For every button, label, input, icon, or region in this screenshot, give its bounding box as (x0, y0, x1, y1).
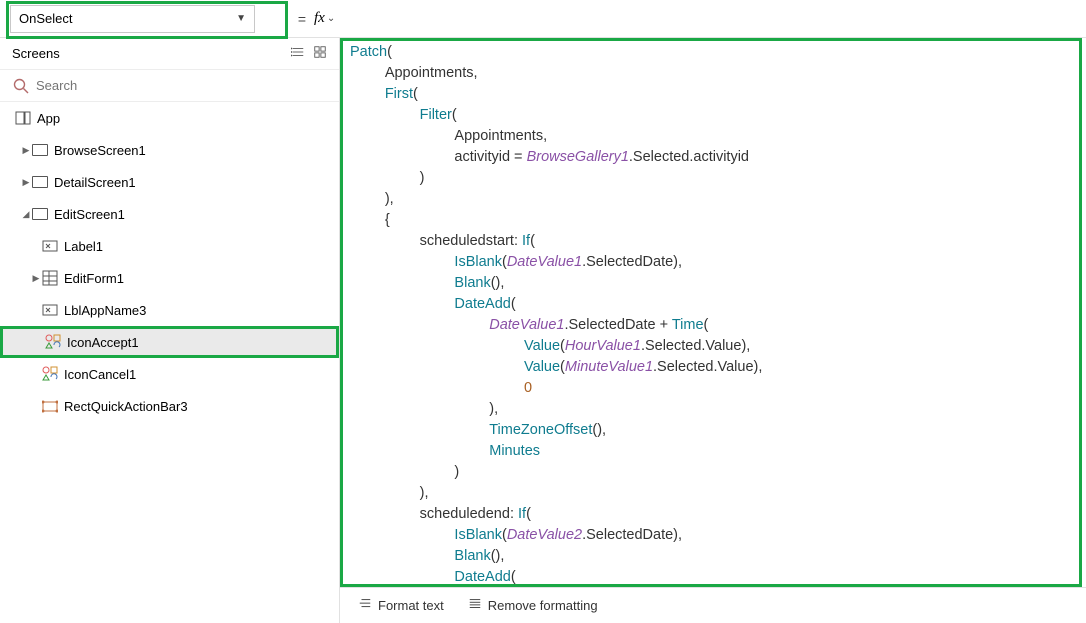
label-icon (42, 302, 58, 318)
expand-icon[interactable]: ▶ (20, 177, 32, 188)
format-text-button[interactable]: Format text (358, 597, 444, 614)
main-area: Screens App (0, 38, 1086, 623)
screens-header-tools (291, 45, 327, 62)
tree-item-iconcancel1[interactable]: IconCancel1 (0, 358, 339, 390)
tree-item-iconaccept1[interactable]: IconAccept1 (0, 326, 339, 358)
property-dropdown[interactable]: OnSelect ▼ (10, 5, 255, 33)
tree-view-panel: Screens App (0, 38, 340, 623)
chevron-down-icon: ▼ (236, 13, 246, 24)
remove-formatting-icon (468, 597, 482, 614)
screen-icon (32, 174, 48, 190)
tree-label: LblAppName3 (64, 303, 146, 318)
tree-item-editform1[interactable]: ▶ EditForm1 (0, 262, 339, 294)
format-text-label: Format text (378, 598, 444, 613)
fx-label: fx (314, 10, 325, 27)
chevron-down-icon: ⌄ (327, 13, 335, 24)
expand-icon[interactable]: ▶ (30, 273, 42, 284)
expand-icon[interactable]: ▶ (20, 145, 32, 156)
grid-view-icon[interactable] (313, 45, 327, 62)
top-row: OnSelect ▼ = fx ⌄ (0, 0, 1086, 38)
tree-item-editscreen1[interactable]: ◢ EditScreen1 (0, 198, 339, 230)
formula-panel: Patch( Appointments, First( Filter( Appo… (340, 38, 1086, 623)
tree-item-lblappname3[interactable]: LblAppName3 (0, 294, 339, 326)
tree-view: App ▶ BrowseScreen1 ▶ DetailScreen1 ◢ Ed… (0, 102, 339, 623)
controls-icon (45, 334, 61, 350)
format-text-icon (358, 597, 372, 614)
tree-label: App (37, 111, 60, 126)
tree-item-app[interactable]: App (0, 102, 339, 134)
app-icon (15, 110, 31, 126)
search-row (0, 70, 339, 102)
property-dropdown-wrap: OnSelect ▼ (0, 1, 284, 37)
screen-icon (32, 206, 48, 222)
rectangle-icon (42, 398, 58, 414)
controls-icon (42, 366, 58, 382)
remove-formatting-button[interactable]: Remove formatting (468, 597, 598, 614)
tree-item-label1[interactable]: Label1 (0, 230, 339, 262)
property-dropdown-value: OnSelect (19, 11, 72, 26)
label-icon (42, 238, 58, 254)
screens-title: Screens (12, 46, 60, 61)
tree-item-rectquickactionbar3[interactable]: RectQuickActionBar3 (0, 390, 339, 422)
equals-label: = (284, 11, 314, 27)
formula-editor-outer: Patch( Appointments, First( Filter( Appo… (340, 38, 1086, 587)
search-icon (12, 77, 30, 95)
tree-label: DetailScreen1 (54, 175, 136, 190)
screens-header: Screens (0, 38, 339, 70)
tree-label: BrowseScreen1 (54, 143, 146, 158)
tree-label: RectQuickActionBar3 (64, 399, 188, 414)
tree-label: EditForm1 (64, 271, 124, 286)
tree-label: EditScreen1 (54, 207, 125, 222)
list-view-icon[interactable] (291, 45, 305, 62)
tree-item-browsescreen1[interactable]: ▶ BrowseScreen1 (0, 134, 339, 166)
remove-formatting-label: Remove formatting (488, 598, 598, 613)
form-icon (42, 270, 58, 286)
tree-label: IconCancel1 (64, 367, 136, 382)
tree-label: Label1 (64, 239, 103, 254)
tree-label: IconAccept1 (67, 335, 139, 350)
collapse-icon[interactable]: ◢ (20, 209, 32, 220)
tree-item-detailscreen1[interactable]: ▶ DetailScreen1 (0, 166, 339, 198)
fx-dropdown[interactable]: fx ⌄ (314, 10, 358, 27)
formula-bottom-toolbar: Format text Remove formatting (340, 587, 1086, 623)
search-input[interactable] (36, 78, 327, 93)
formula-editor[interactable]: Patch( Appointments, First( Filter( Appo… (340, 38, 1086, 587)
screen-icon (32, 142, 48, 158)
